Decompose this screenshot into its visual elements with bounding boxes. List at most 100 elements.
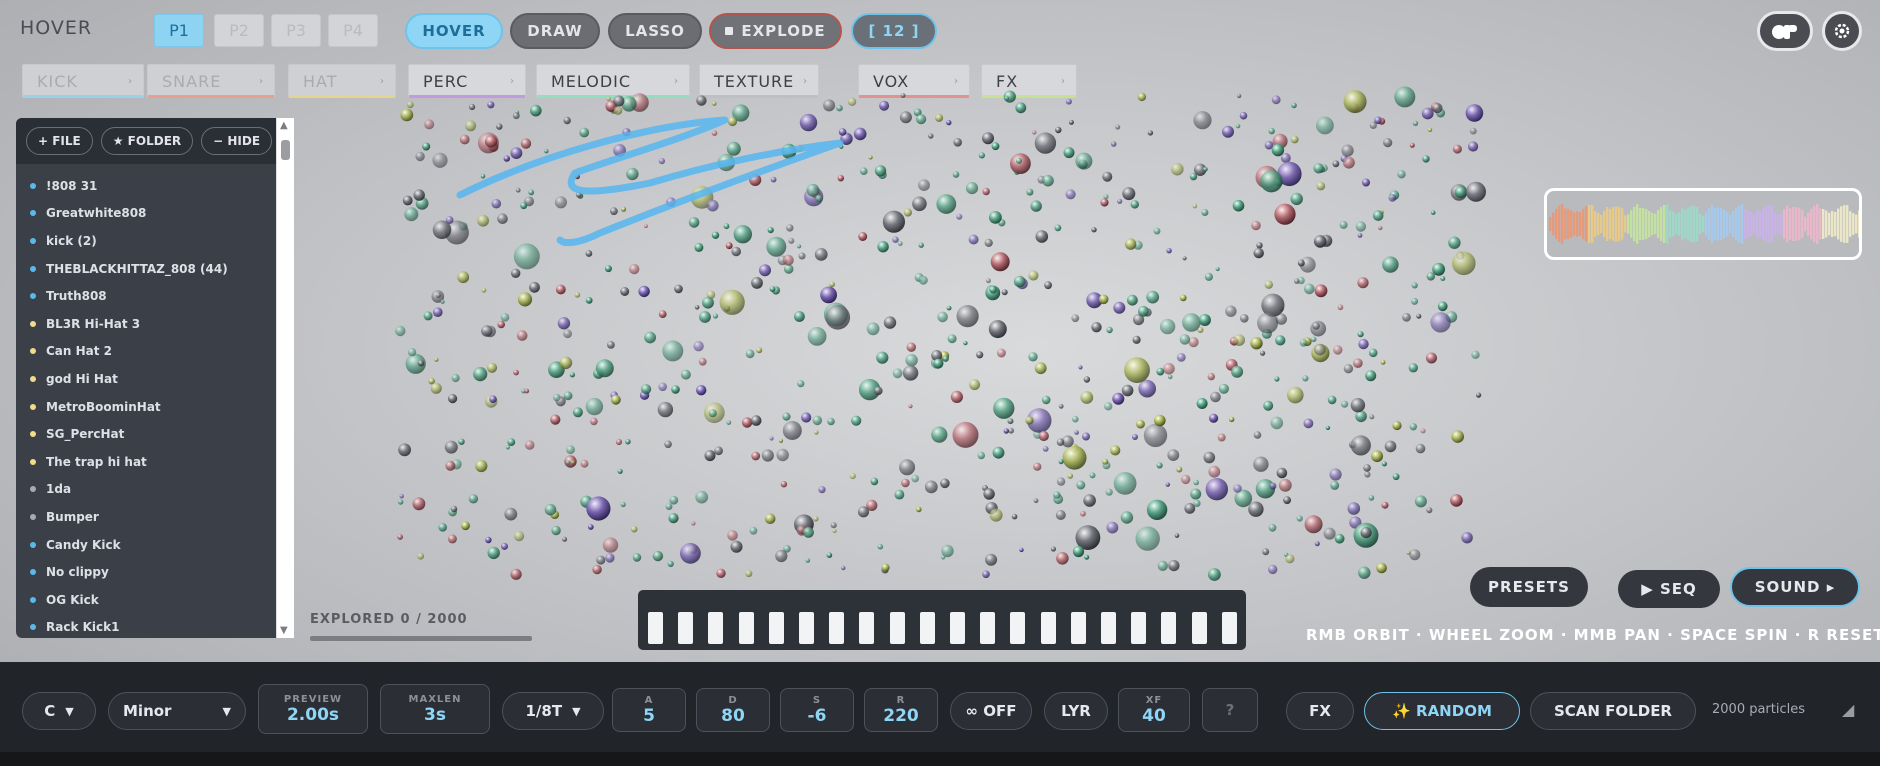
- sample-particle[interactable]: [412, 497, 426, 511]
- sample-particle[interactable]: [1159, 318, 1176, 335]
- sample-particle[interactable]: [798, 252, 806, 260]
- sample-particle[interactable]: [1201, 209, 1209, 216]
- sample-particle[interactable]: [400, 108, 414, 122]
- sample-particle[interactable]: [1181, 474, 1191, 485]
- sample-particle[interactable]: [1167, 449, 1180, 461]
- sample-particle[interactable]: [516, 330, 528, 341]
- sample-particle[interactable]: [1179, 294, 1187, 302]
- sample-particle[interactable]: [1294, 278, 1300, 284]
- sample-particle[interactable]: [868, 155, 873, 160]
- sample-particle[interactable]: [1217, 433, 1226, 442]
- sample-particle[interactable]: [1208, 465, 1221, 478]
- sample-particle[interactable]: [595, 359, 614, 378]
- sample-particle[interactable]: [680, 542, 701, 564]
- sample-particle[interactable]: [1334, 533, 1345, 544]
- sample-particle[interactable]: [1193, 111, 1212, 130]
- sample-particle[interactable]: [991, 142, 1000, 151]
- sample-particle[interactable]: [1347, 502, 1361, 515]
- sample-particle[interactable]: [726, 141, 741, 156]
- file-list-item[interactable]: god Hi Hat: [16, 365, 294, 393]
- sample-particle[interactable]: [978, 152, 986, 159]
- sample-particle[interactable]: [1056, 477, 1066, 486]
- sample-particle[interactable]: [1203, 167, 1208, 172]
- sample-particle[interactable]: [1218, 383, 1229, 394]
- gear-icon[interactable]: [1822, 11, 1862, 51]
- sample-particle[interactable]: [590, 417, 598, 426]
- sample-particle[interactable]: [985, 278, 991, 284]
- sample-particle[interactable]: [947, 334, 957, 344]
- sample-particle[interactable]: [708, 409, 717, 418]
- sample-particle[interactable]: [1232, 199, 1245, 212]
- sample-particle[interactable]: [814, 430, 819, 435]
- sample-particle[interactable]: [1260, 350, 1266, 356]
- sample-particle[interactable]: [841, 565, 846, 571]
- fx-button[interactable]: FX: [1286, 692, 1354, 730]
- sample-particle[interactable]: [1171, 162, 1184, 176]
- sample-particle[interactable]: [723, 223, 730, 230]
- sample-particle[interactable]: [1222, 125, 1234, 138]
- sample-particle[interactable]: [1026, 188, 1034, 196]
- sample-particle[interactable]: [1409, 549, 1421, 561]
- sample-particle[interactable]: [1122, 187, 1136, 201]
- sample-particle[interactable]: [517, 292, 533, 307]
- sample-particle[interactable]: [985, 553, 998, 566]
- sample-particle[interactable]: [1154, 414, 1166, 427]
- decay-control[interactable]: D 80: [696, 688, 770, 732]
- sample-particle[interactable]: [956, 305, 979, 328]
- sample-particle[interactable]: [1067, 473, 1074, 479]
- max-length-control[interactable]: MAXLEN 3s: [380, 684, 490, 734]
- sample-particle[interactable]: [510, 147, 523, 159]
- sample-particle[interactable]: [1166, 248, 1172, 254]
- sample-particle[interactable]: [515, 187, 521, 193]
- scale-select[interactable]: Minor ▼: [108, 692, 246, 730]
- sample-particle[interactable]: [511, 268, 521, 278]
- sample-particle[interactable]: [1233, 334, 1245, 346]
- sample-particle[interactable]: [711, 130, 718, 136]
- sample-particle[interactable]: [620, 287, 630, 296]
- sample-particle[interactable]: [1263, 400, 1274, 411]
- sample-particle[interactable]: [911, 474, 919, 483]
- sample-particle[interactable]: [398, 443, 411, 457]
- sample-particle[interactable]: [741, 417, 753, 428]
- sample-particle[interactable]: [794, 311, 805, 322]
- sample-particle[interactable]: [1250, 337, 1263, 350]
- sample-particle[interactable]: [513, 243, 540, 270]
- sample-particle[interactable]: [1102, 171, 1113, 182]
- sample-particle[interactable]: [1382, 256, 1399, 273]
- sample-particle[interactable]: [657, 401, 674, 418]
- sample-particle[interactable]: [574, 292, 581, 298]
- sample-particle[interactable]: [1257, 312, 1279, 334]
- sample-particle[interactable]: [399, 494, 404, 499]
- sample-particle[interactable]: [1392, 473, 1400, 481]
- piano-key[interactable]: [950, 612, 965, 644]
- sample-particle[interactable]: [626, 167, 639, 181]
- sample-particle[interactable]: [487, 101, 495, 109]
- sample-particle[interactable]: [983, 488, 995, 500]
- sample-particle[interactable]: [1019, 547, 1024, 553]
- sample-particle[interactable]: [879, 100, 890, 111]
- sample-particle[interactable]: [823, 99, 836, 112]
- sample-particle[interactable]: [585, 397, 604, 416]
- sample-particle[interactable]: [977, 451, 985, 460]
- sample-particle[interactable]: [870, 477, 879, 486]
- sample-particle[interactable]: [1190, 488, 1202, 500]
- sample-particle[interactable]: [813, 516, 819, 522]
- sample-particle[interactable]: [554, 196, 567, 209]
- sample-particle[interactable]: [544, 149, 549, 154]
- sample-particle[interactable]: [1215, 266, 1220, 272]
- file-list-item[interactable]: Can Hat 2: [16, 338, 294, 366]
- sample-particle[interactable]: [965, 182, 979, 195]
- sample-particle[interactable]: [605, 553, 615, 563]
- sample-particle[interactable]: [1075, 152, 1093, 170]
- add-folder-button[interactable]: ★ FOLDER: [100, 127, 194, 155]
- sample-particle[interactable]: [1454, 186, 1467, 199]
- sample-particle[interactable]: [1015, 102, 1027, 114]
- sample-particle[interactable]: [1357, 233, 1363, 238]
- sample-particle[interactable]: [924, 480, 938, 494]
- sample-particle[interactable]: [529, 281, 540, 293]
- sample-particle[interactable]: [786, 224, 794, 232]
- sample-particle[interactable]: [669, 495, 679, 505]
- sample-particle[interactable]: [775, 549, 788, 563]
- sample-particle[interactable]: [1329, 468, 1342, 481]
- sample-particle[interactable]: [1421, 107, 1434, 120]
